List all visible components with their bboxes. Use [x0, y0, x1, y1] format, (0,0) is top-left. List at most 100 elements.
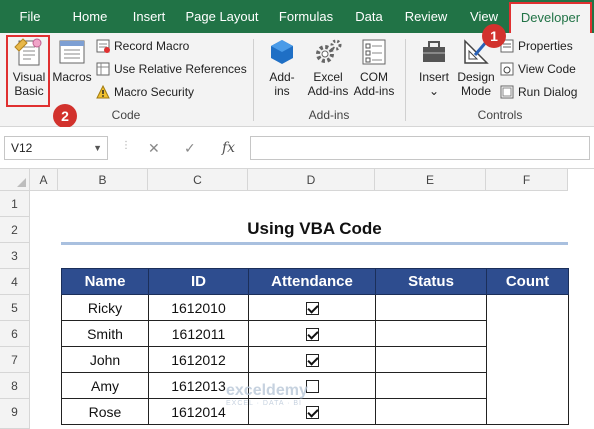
attendance-checkbox[interactable] — [305, 302, 319, 316]
attendance-cell[interactable] — [248, 320, 376, 347]
callout-badge-2: 2 — [53, 104, 77, 128]
row-header-2[interactable]: 2 — [0, 217, 30, 243]
watermark-logo: exceldemy EXCEL · DATA · BI — [226, 382, 308, 407]
column-header-f[interactable]: F — [486, 169, 568, 191]
excel-add-ins-label-line2: Add-ins — [307, 84, 349, 98]
id-cell[interactable]: 1612010 — [148, 294, 249, 321]
add-ins-button[interactable]: Add- ins — [261, 37, 303, 98]
attendance-cell[interactable] — [248, 294, 376, 321]
chevron-down-icon[interactable]: ▼ — [93, 137, 102, 159]
status-cell[interactable] — [375, 320, 487, 347]
row-header-5[interactable]: 5 — [0, 295, 30, 321]
com-add-ins-icon — [362, 39, 386, 65]
tab-developer[interactable]: Developer — [509, 2, 592, 33]
ribbon-tab-bar: File Home Insert Page Layout Formulas Da… — [0, 0, 594, 33]
properties-label: Properties — [518, 39, 573, 53]
id-cell[interactable]: 1612012 — [148, 346, 249, 373]
insert-controls-button[interactable]: Insert ⌄ — [413, 37, 455, 98]
gear-icon — [316, 39, 342, 63]
enter-icon[interactable]: ✓ — [184, 136, 196, 160]
insert-function-icon[interactable]: fx — [222, 136, 235, 160]
design-mode-label-line2: Mode — [460, 84, 492, 98]
name-box[interactable]: V12 ▼ — [4, 136, 108, 160]
properties-button[interactable]: Properties — [500, 37, 573, 55]
code-group-label: Code — [111, 108, 141, 122]
tab-data[interactable]: Data — [348, 0, 390, 33]
header-id: ID — [148, 268, 249, 295]
watermark-brand: exceldemy — [226, 382, 308, 399]
name-box-value: V12 — [11, 141, 33, 155]
com-add-ins-label-line2: Add-ins — [353, 84, 395, 98]
record-macro-icon — [96, 39, 110, 53]
formula-bar: V12 ▼ ⋮ ✕ ✓ fx — [0, 127, 594, 169]
column-header-e[interactable]: E — [375, 169, 486, 191]
record-macro-button[interactable]: Record Macro — [96, 37, 189, 55]
watermark-tagline: EXCEL · DATA · BI — [226, 400, 302, 407]
excel-add-ins-button[interactable]: Excel Add-ins — [305, 37, 351, 98]
row-header-6[interactable]: 6 — [0, 321, 30, 347]
attendance-checkbox[interactable] — [305, 354, 319, 368]
formula-controls: ✕ ✓ fx — [134, 136, 246, 160]
attendance-checkbox[interactable] — [305, 328, 319, 342]
com-add-ins-button[interactable]: COM Add-ins — [351, 37, 397, 98]
group-separator — [253, 39, 254, 121]
add-ins-group-label: Add-ins — [308, 108, 350, 122]
tab-home[interactable]: Home — [64, 0, 116, 33]
macro-security-label: Macro Security — [114, 85, 195, 99]
column-header-a[interactable]: A — [30, 169, 58, 191]
name-cell[interactable]: Rose — [61, 398, 149, 425]
sheet-title: Using VBA Code — [61, 215, 568, 245]
cancel-icon[interactable]: ✕ — [148, 136, 160, 160]
insert-label: Insert — [418, 70, 449, 84]
status-cell[interactable] — [375, 372, 487, 399]
select-all-corner[interactable] — [0, 169, 30, 191]
status-cell[interactable] — [375, 346, 487, 373]
tab-file[interactable]: File — [8, 0, 52, 33]
run-dialog-button[interactable]: Run Dialog — [500, 83, 577, 101]
tab-formulas[interactable]: Formulas — [272, 0, 340, 33]
row-header-7[interactable]: 7 — [0, 347, 30, 373]
design-mode-label-line1: Design — [457, 70, 495, 84]
formula-input[interactable] — [250, 136, 590, 160]
name-cell[interactable]: Ricky — [61, 294, 149, 321]
count-cell[interactable] — [486, 294, 569, 425]
row-header-1[interactable]: 1 — [0, 191, 30, 217]
attendance-checkbox[interactable] — [305, 406, 319, 420]
macro-security-button[interactable]: Macro Security — [96, 83, 194, 101]
row-header-4[interactable]: 4 — [0, 269, 30, 295]
name-cell[interactable]: Amy — [61, 372, 149, 399]
row-header-9[interactable]: 9 — [0, 399, 30, 429]
attendance-table: Name ID Attendance Status Count Ricky 16… — [61, 268, 569, 425]
header-status: Status — [375, 268, 487, 295]
add-ins-label-line2: ins — [274, 84, 290, 98]
tab-review[interactable]: Review — [398, 0, 454, 33]
toolbox-icon — [423, 41, 445, 62]
tab-insert[interactable]: Insert — [124, 0, 174, 33]
drag-handle-icon[interactable]: ⋮ — [121, 140, 131, 151]
controls-group-label: Controls — [477, 108, 523, 122]
attendance-cell[interactable] — [248, 346, 376, 373]
row-header-3[interactable]: 3 — [0, 243, 30, 269]
name-cell[interactable]: John — [61, 346, 149, 373]
column-header-c[interactable]: C — [148, 169, 248, 191]
row-header-8[interactable]: 8 — [0, 373, 30, 399]
table-row: Ricky 1612010 — [61, 294, 569, 425]
record-macro-label: Record Macro — [114, 39, 190, 53]
header-count: Count — [486, 268, 569, 295]
macros-button[interactable]: Macros — [52, 37, 92, 84]
view-code-button[interactable]: View Code — [500, 60, 576, 78]
id-cell[interactable]: 1612011 — [148, 320, 249, 347]
tab-page-layout[interactable]: Page Layout — [182, 0, 262, 33]
column-header-d[interactable]: D — [248, 169, 375, 191]
macros-label: Macros — [52, 70, 92, 84]
chevron-down-icon: ⌄ — [428, 84, 440, 98]
use-relative-references-button[interactable]: Use Relative References — [96, 60, 247, 78]
run-dialog-icon — [500, 85, 514, 99]
name-cell[interactable]: Smith — [61, 320, 149, 347]
run-dialog-label: Run Dialog — [518, 85, 578, 99]
view-code-icon — [500, 62, 514, 76]
column-header-b[interactable]: B — [58, 169, 148, 191]
com-add-ins-label-line1: COM — [360, 70, 388, 84]
status-cell[interactable] — [375, 398, 487, 425]
status-cell[interactable] — [375, 294, 487, 321]
